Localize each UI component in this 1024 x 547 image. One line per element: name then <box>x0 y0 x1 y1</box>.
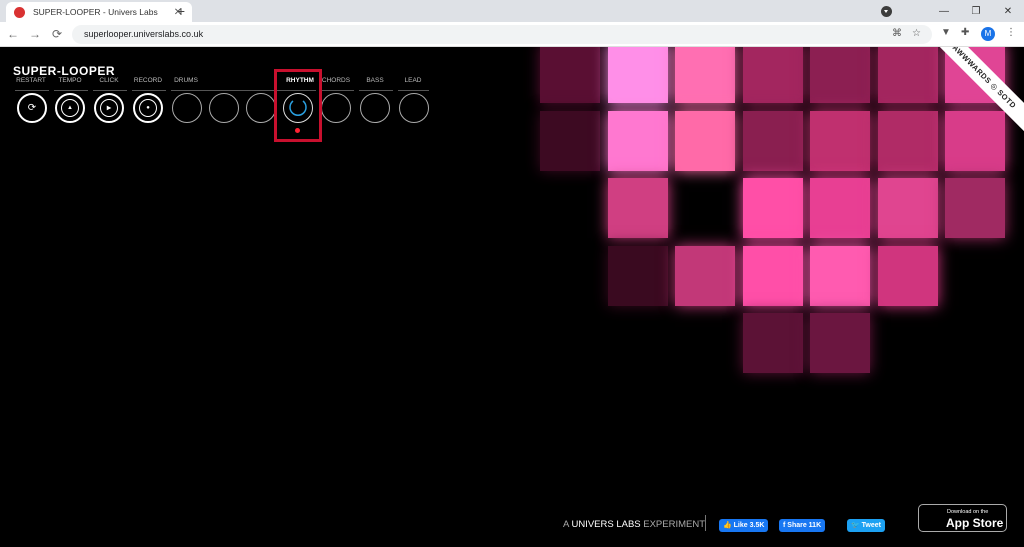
browser-toolbar: ← → ⟳ superlooper.universlabs.co.uk ⌘ ☆ … <box>0 22 1024 47</box>
control-separator <box>359 90 393 91</box>
window-close-button[interactable]: ✕ <box>992 6 1024 17</box>
pad-cell[interactable] <box>742 110 803 171</box>
pad-cell[interactable] <box>540 110 600 171</box>
facebook-like-button[interactable]: 👍 Like 3.5K <box>719 519 769 532</box>
back-button[interactable]: ← <box>6 27 20 41</box>
control-label-lead: LEAD <box>404 77 422 84</box>
window-controls: — ❐ ✕ <box>881 0 1024 22</box>
record-icon: ● <box>146 105 150 111</box>
bass-knob[interactable] <box>360 93 390 123</box>
translate-icon[interactable]: ⌘ <box>892 28 902 39</box>
extension-filter-icon[interactable]: ▼ <box>941 27 951 38</box>
tempo-knob[interactable]: ▲ <box>55 93 85 123</box>
control-label-bass: BASS <box>366 77 384 84</box>
pad-cell[interactable] <box>675 110 735 171</box>
click-icon: ▶ <box>106 105 112 112</box>
pad-cell[interactable] <box>945 110 1005 171</box>
pad-cell[interactable] <box>540 47 600 103</box>
pad-cell[interactable] <box>810 313 870 373</box>
pad-cell[interactable] <box>607 110 668 171</box>
pad-cell[interactable] <box>877 47 938 103</box>
browser-tab-bar: SUPER-LOOPER - Univers Labs ✕ + — ❐ ✕ <box>0 0 1024 22</box>
facebook-share-button[interactable]: f Share 11K <box>779 519 826 532</box>
tab-search-icon[interactable] <box>881 5 892 17</box>
drums-knob[interactable] <box>209 93 239 123</box>
footer-credit: A UNIVERS LABS EXPERIMENT <box>563 519 705 530</box>
record-knob[interactable]: ● <box>133 93 163 123</box>
pad-cell[interactable] <box>607 245 668 306</box>
forward-button[interactable]: → <box>28 27 42 41</box>
control-separator <box>398 90 429 91</box>
control-separator <box>15 90 49 91</box>
app-store-button[interactable]: Download on the App Store <box>918 504 1007 532</box>
app-logo: SUPER-LOOPER <box>13 64 116 78</box>
control-label-drums: DRUMS <box>174 77 198 84</box>
browser-tab[interactable]: SUPER-LOOPER - Univers Labs ✕ <box>6 2 192 22</box>
pad-cell[interactable] <box>810 110 870 171</box>
pad-cell[interactable] <box>742 313 803 373</box>
pad-cell[interactable] <box>675 245 735 306</box>
pad-cell[interactable] <box>810 47 870 103</box>
pad-cell[interactable] <box>742 245 803 306</box>
pad-cell[interactable] <box>810 245 870 306</box>
pad-cell[interactable] <box>742 178 803 238</box>
url-text: superlooper.universlabs.co.uk <box>84 29 204 39</box>
control-label-tempo: TEMPO <box>58 77 82 84</box>
control-separator <box>132 90 166 91</box>
pad-cell[interactable] <box>607 178 668 238</box>
credit-brand-link[interactable]: UNIVERS LABS <box>571 519 640 530</box>
browser-menu-icon[interactable]: ⋮ <box>1006 27 1016 38</box>
favicon-icon <box>14 6 25 18</box>
pad-cell[interactable] <box>877 245 938 306</box>
address-bar[interactable]: superlooper.universlabs.co.uk ⌘ ☆ <box>72 25 932 44</box>
drums-knob[interactable] <box>246 93 276 123</box>
restore-button[interactable]: ❐ <box>960 6 992 17</box>
control-separator <box>93 90 127 91</box>
active-indicator-dot <box>295 128 300 133</box>
footer-divider <box>705 515 706 531</box>
pad-cell[interactable] <box>607 47 668 103</box>
control-label-chords: CHORDS <box>321 77 351 84</box>
click-knob[interactable]: ▶ <box>94 93 124 123</box>
restart-icon: ⟳ <box>27 102 37 114</box>
appstore-caption: Download on the <box>947 509 989 515</box>
pad-cell[interactable] <box>675 47 735 103</box>
profile-avatar[interactable]: M <box>981 27 995 41</box>
tweet-button[interactable]: 🐦 Tweet <box>847 519 885 532</box>
control-label-record: RECORD <box>133 77 163 84</box>
control-label-click: CLICK <box>99 77 119 84</box>
credit-suffix: EXPERIMENT <box>640 519 706 530</box>
pad-cell[interactable] <box>945 178 1005 238</box>
control-separator <box>54 90 88 91</box>
bookmark-star-icon[interactable]: ☆ <box>912 28 921 39</box>
control-label-restart: RESTART <box>16 77 46 84</box>
control-separator <box>320 90 354 91</box>
tempo-icon: ▲ <box>67 105 73 111</box>
tab-title: SUPER-LOOPER - Univers Labs <box>33 7 158 17</box>
pad-cell[interactable] <box>877 110 938 171</box>
lead-knob[interactable] <box>399 93 429 123</box>
extensions-puzzle-icon[interactable]: ✚ <box>961 27 969 38</box>
pad-cell[interactable] <box>742 47 803 103</box>
appstore-title: App Store <box>946 516 1004 530</box>
reload-button[interactable]: ⟳ <box>50 27 64 41</box>
pad-cell[interactable] <box>877 178 938 238</box>
new-tab-button[interactable]: + <box>173 3 189 19</box>
restart-knob[interactable]: ⟳ <box>17 93 47 123</box>
page-viewport: SUPER-LOOPER RESTART TEMPO CLICK RECORD DRUM… <box>0 47 1024 547</box>
minimize-button[interactable]: — <box>928 6 960 17</box>
chords-knob[interactable] <box>321 93 351 123</box>
drums-knob[interactable] <box>172 93 202 123</box>
pad-cell[interactable] <box>810 178 870 238</box>
